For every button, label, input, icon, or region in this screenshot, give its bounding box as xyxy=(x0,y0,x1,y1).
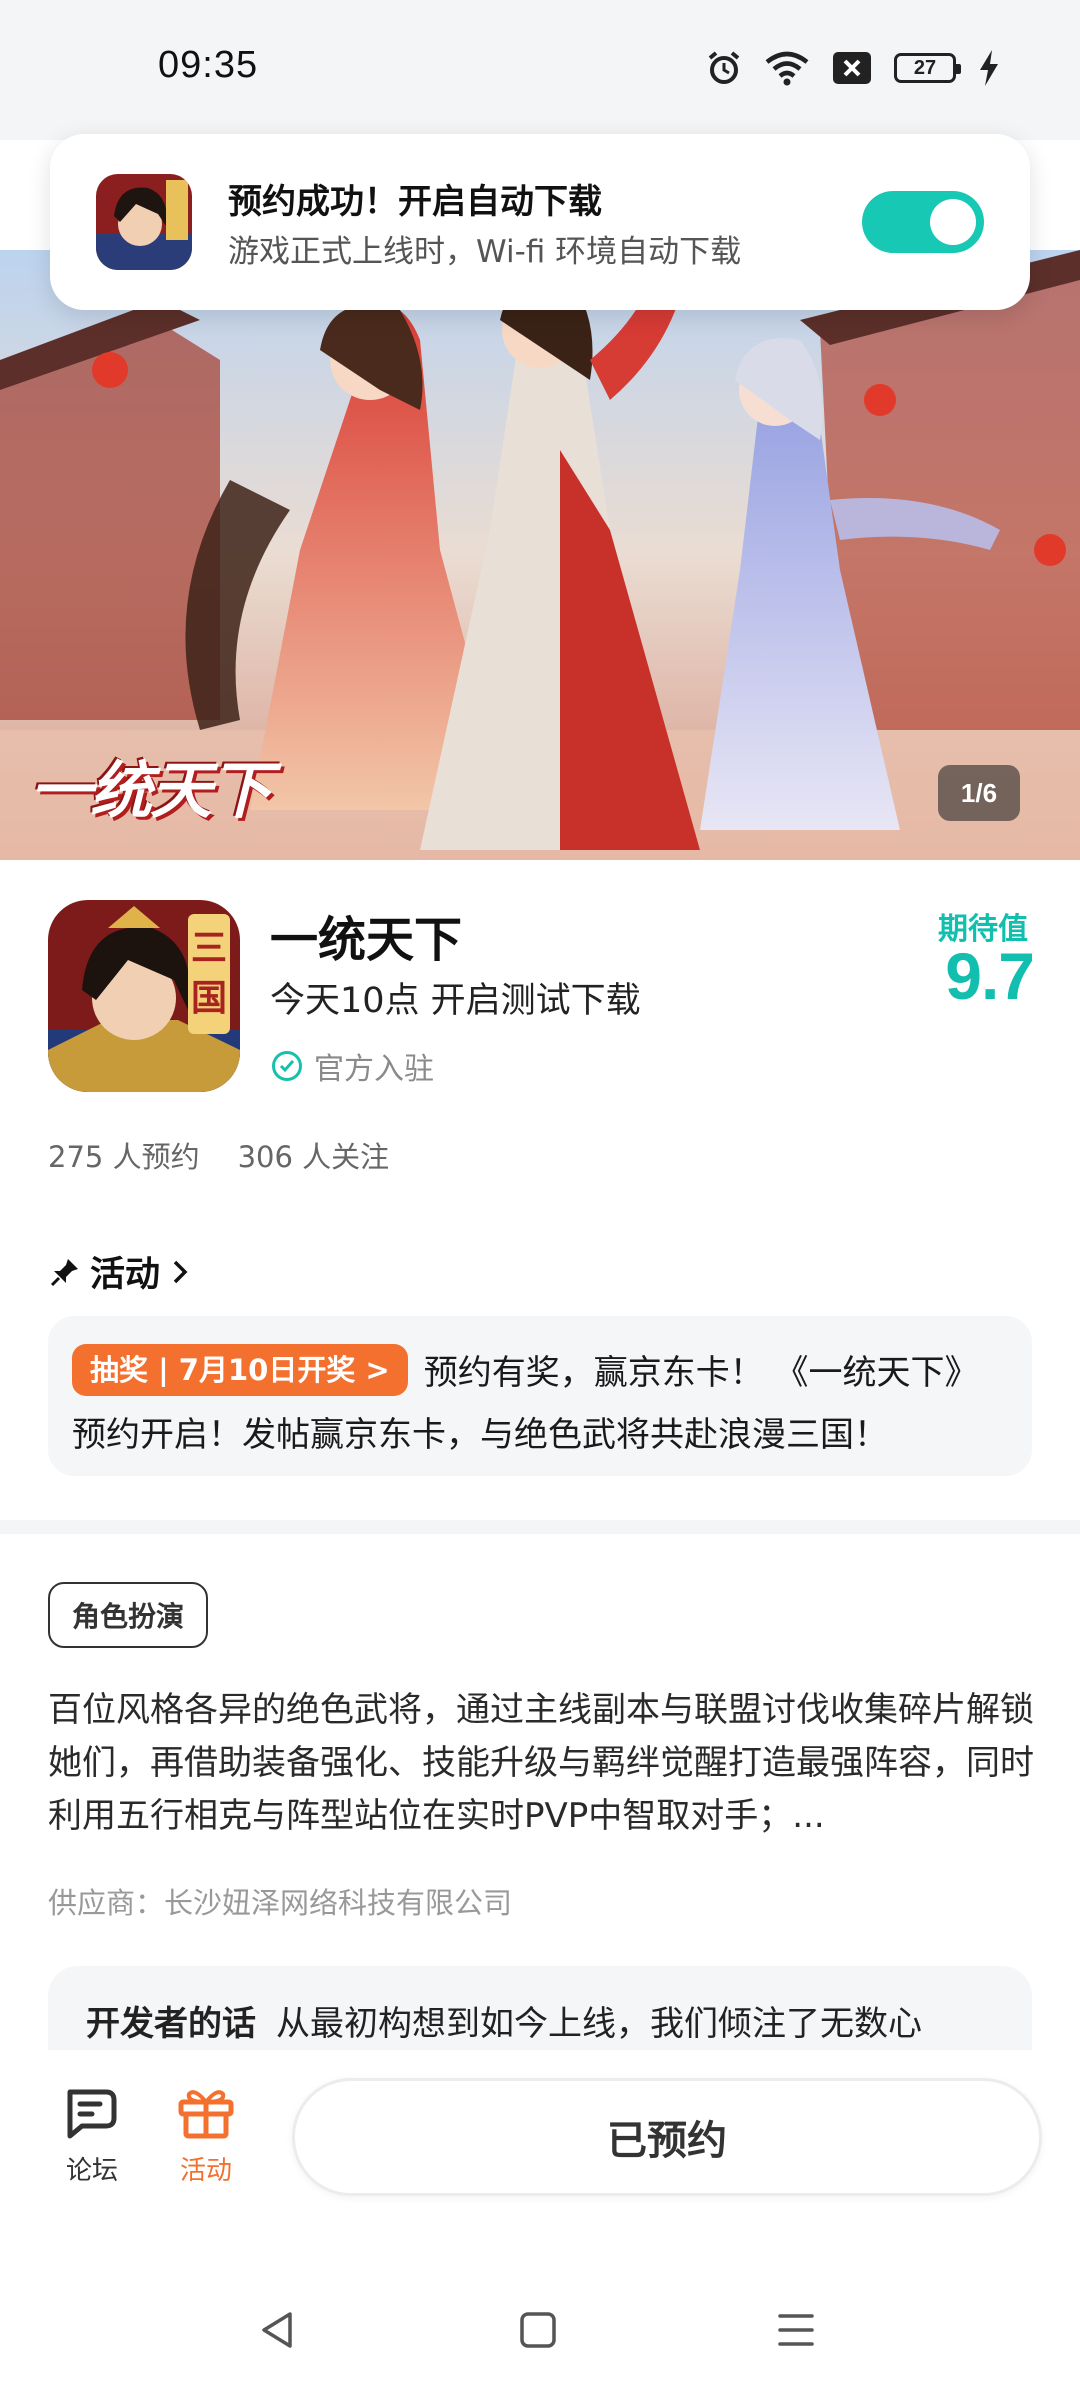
game-title: 一统天下 xyxy=(270,912,463,968)
official-label: 官方入驻 xyxy=(314,1052,434,1087)
expectation-score: 9.7 xyxy=(945,939,1035,1013)
lottery-tag: 抽奖 | 7月10日开奖 > xyxy=(72,1344,408,1396)
toast-subtitle: 游戏正式上线时，Wi-fi 环境自动下载 xyxy=(228,234,742,270)
gift-icon xyxy=(178,2090,234,2139)
section-divider xyxy=(0,1520,1080,1534)
activity-tab[interactable]: 活动 xyxy=(156,2086,256,2187)
reservation-success-toast: 预约成功！开启自动下载 游戏正式上线时，Wi-fi 环境自动下载 xyxy=(50,134,1030,310)
game-description[interactable]: 百位风格各异的绝色武将，通过主线副本与联盟讨伐收集碎片解锁她们，再借助装备强化、… xyxy=(48,1684,1038,1843)
forum-label: 论坛 xyxy=(65,2156,118,2186)
follower-count: 306 人关注 xyxy=(237,1140,390,1174)
no-sim-icon xyxy=(833,52,871,84)
battery-level: 27 xyxy=(913,56,937,79)
charging-icon xyxy=(980,50,998,86)
status-bar: 09:35 27 xyxy=(0,0,1080,140)
official-badge: 官方入驻 xyxy=(272,1044,434,1088)
chevron-right-icon xyxy=(173,1260,188,1283)
menu-icon[interactable] xyxy=(776,2310,816,2350)
activity-label: 活动 xyxy=(179,2156,232,2186)
status-icons: 27 xyxy=(706,46,1000,90)
back-icon[interactable] xyxy=(258,2310,298,2350)
wifi-icon xyxy=(765,51,809,86)
toast-title: 预约成功！开启自动下载 xyxy=(228,182,602,222)
bottom-action-bar: 论坛 活动 已预约 xyxy=(0,2050,1080,2260)
supplier-info: 供应商：长沙妞泽网络科技有限公司 xyxy=(48,1886,513,1920)
toast-game-icon xyxy=(96,174,192,270)
activity-content: 抽奖 | 7月10日开奖 > 预约有奖，赢京东卡！ 《一统天下》预约开启！发帖赢京… xyxy=(72,1342,1008,1466)
game-icon-text-2: 国 xyxy=(191,978,227,1019)
forum-icon xyxy=(67,2089,117,2139)
forum-tab[interactable]: 论坛 xyxy=(42,2086,142,2187)
activity-header[interactable]: 活动 xyxy=(50,1246,190,1297)
developer-note-text: 从最初构想到如今上线，我们倾注了无数心 xyxy=(276,2004,922,2044)
game-icon-text-1: 三 xyxy=(191,928,227,969)
developer-note-label: 开发者的话 xyxy=(86,2004,256,2044)
reserved-button[interactable]: 已预约 xyxy=(292,2078,1042,2196)
activity-card[interactable]: 抽奖 | 7月10日开奖 > 预约有奖，赢京东卡！ 《一统天下》预约开启！发帖赢京… xyxy=(48,1316,1032,1476)
banner-logo-text: 一统天下 xyxy=(30,754,272,827)
game-stats: 275 人预约 306 人关注 xyxy=(48,1134,389,1176)
genre-tag[interactable]: 角色扮演 xyxy=(48,1582,209,1648)
verified-check-icon xyxy=(272,1051,302,1081)
toggle-knob xyxy=(930,199,976,245)
alarm-icon xyxy=(708,51,740,84)
banner-carousel[interactable]: 一统天下 1/6 xyxy=(0,250,1080,860)
game-icon[interactable]: 三 国 xyxy=(48,900,240,1092)
system-navigation-bar xyxy=(0,2260,1080,2400)
status-time: 09:35 xyxy=(158,44,259,86)
activity-heading: 活动 xyxy=(90,1255,161,1295)
pin-icon xyxy=(50,1258,78,1286)
home-icon[interactable] xyxy=(518,2310,558,2350)
banner-page-indicator: 1/6 xyxy=(938,765,1020,821)
reservation-count: 275 人预约 xyxy=(48,1140,200,1174)
game-release-info: 今天10点 开启测试下载 xyxy=(270,981,641,1021)
auto-download-toggle[interactable] xyxy=(862,191,984,253)
battery-icon: 27 xyxy=(894,53,961,83)
